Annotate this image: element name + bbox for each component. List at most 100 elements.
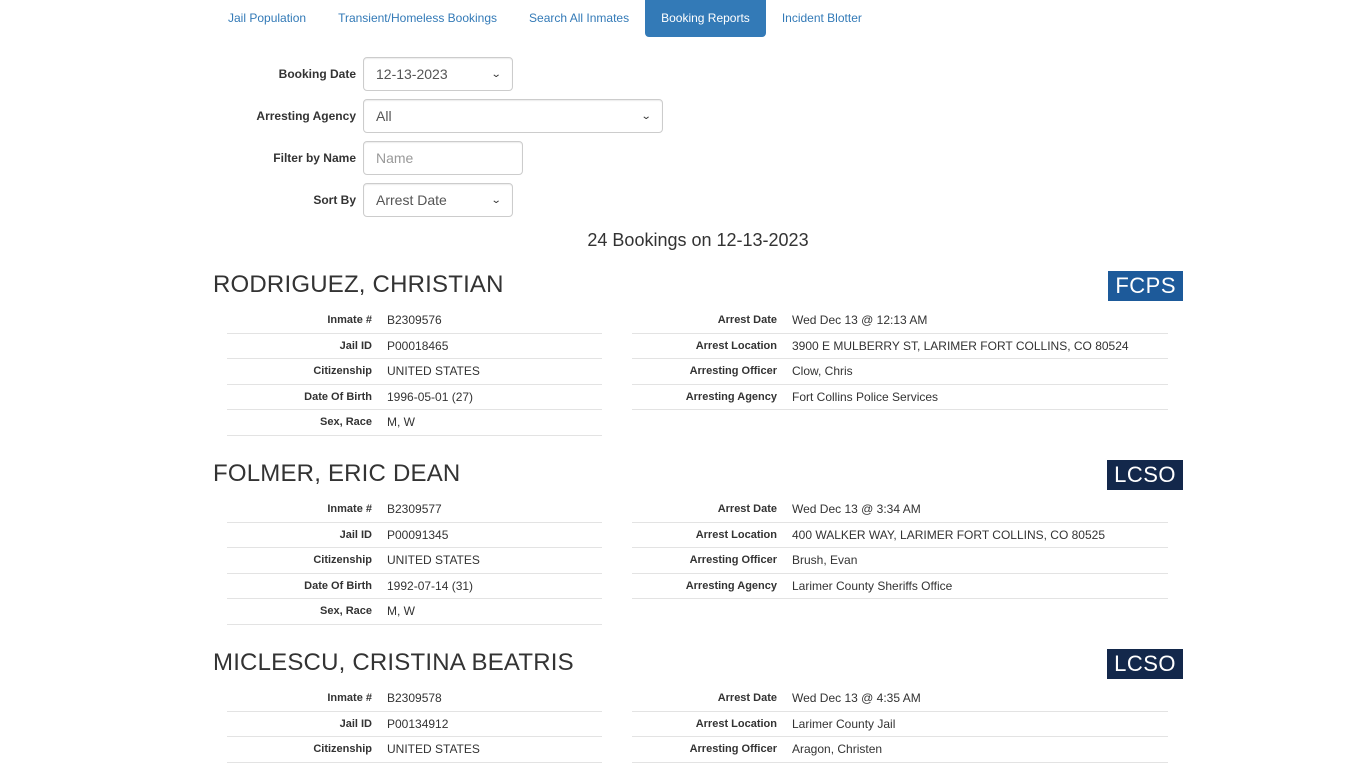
tab-incident-blotter[interactable]: Incident Blotter [766,0,878,37]
info-value: Brush, Evan [792,553,858,568]
booking-date-select[interactable]: 12-13-2023 ⌄ [363,57,513,91]
inmate-name: RODRIGUEZ, CHRISTIAN [213,271,504,298]
sort-by-label: Sort By [313,193,356,207]
tab-jail-population[interactable]: Jail Population [212,0,322,37]
info-row: Arresting Agency Fort Collins Police Serv… [632,385,1168,410]
sort-by-select[interactable]: Arrest Date ⌄ [363,183,513,217]
info-value: P00018465 [387,338,449,353]
info-row: Citizenship UNITED STATES [227,737,602,763]
info-row: Arresting Agency Larimer County Sheriffs … [632,574,1168,599]
info-row: Citizenship UNITED STATES [227,548,602,574]
info-key: Arresting Agency [685,390,777,403]
info-value: Larimer County Sheriffs Office [792,578,953,593]
filter-by-name-row: Filter by Name Name [212,141,812,175]
info-key: Inmate # [327,314,372,327]
info-value: UNITED STATES [387,364,480,379]
info-row: Date Of Birth 1992-07-14 (31) [227,574,602,599]
tab-search-all-inmates[interactable]: Search All Inmates [513,0,645,37]
info-value: 400 WALKER WAY, LARIMER FORT COLLINS, CO… [792,527,1106,542]
bookings-summary: 24 Bookings on 12-13-2023 [587,230,809,250]
arresting-agency-select[interactable]: All ⌄ [363,99,663,133]
filter-by-name-label: Filter by Name [273,151,356,165]
info-key: Inmate # [327,692,372,705]
info-row: Arresting Officer Clow, Chris [632,359,1168,385]
tab-booking-reports[interactable]: Booking Reports [645,0,766,37]
sort-by-row: Sort By Arrest Date ⌄ [212,183,812,217]
sort-by-value: Arrest Date [376,192,447,208]
info-value: UNITED STATES [387,742,480,757]
info-value: Fort Collins Police Services [792,389,939,404]
info-row: Jail ID P00134912 [227,712,602,737]
info-key: Arresting Agency [685,579,777,592]
agency-badge: FCPS [1108,271,1183,301]
info-row: Sex, Race M, W [227,599,602,625]
info-value: P00091345 [387,527,449,542]
inmate-info-table: Inmate # B2309577 Jail ID P00091345 Citize… [227,497,602,625]
name-filter-input[interactable]: Name [363,141,523,175]
info-row: Arrest Location Larimer County Jail [632,712,1168,737]
info-key: Jail ID [339,339,372,352]
inmate-name: MICLESCU, CRISTINA BEATRIS [213,649,574,676]
info-value: M, W [387,604,415,619]
info-row: Arrest Location 3900 E MULBERRY ST, LARIM… [632,334,1168,359]
info-key: Citizenship [313,365,372,378]
chevron-down-icon: ⌄ [640,110,652,122]
info-value: Wed Dec 13 @ 12:13 AM [792,313,928,328]
arrest-info-table: Arrest Date Wed Dec 13 @ 12:13 AM Arrest … [632,308,1168,410]
info-key: Citizenship [313,743,372,756]
info-row: Inmate # B2309578 [227,686,602,712]
info-row: Inmate # B2309576 [227,308,602,334]
info-key: Arresting Officer [689,554,777,567]
arresting-agency-row: Arresting Agency All ⌄ [212,99,812,133]
info-value: M, W [387,415,415,430]
info-value: 1996-05-01 (27) [387,389,474,404]
info-key: Jail ID [339,528,372,541]
arrest-info-table: Arrest Date Wed Dec 13 @ 3:34 AM Arrest L… [632,497,1168,599]
info-key: Arrest Location [695,339,777,352]
chevron-down-icon: ⌄ [490,68,502,80]
info-key: Inmate # [327,503,372,516]
info-value: Aragon, Christen [792,742,883,757]
agency-badge: LCSO [1107,649,1183,679]
info-value: Wed Dec 13 @ 3:34 AM [792,502,921,517]
arresting-agency-value: All [376,108,392,124]
info-value: B2309576 [387,313,442,328]
info-value: Larimer County Jail [792,716,896,731]
info-key: Arrest Location [695,717,777,730]
info-row: Inmate # B2309577 [227,497,602,523]
booking-date-row: Booking Date 12-13-2023 ⌄ [212,57,812,91]
info-key: Citizenship [313,554,372,567]
inmate-info-table: Inmate # B2309576 Jail ID P00018465 Citize… [227,308,602,436]
chevron-down-icon: ⌄ [490,194,502,206]
info-key: Date Of Birth [304,579,372,592]
info-row: Arresting Officer Brush, Evan [632,548,1168,574]
arresting-agency-label: Arresting Agency [256,109,356,123]
info-value: 1992-07-14 (31) [387,578,474,593]
inmate-name: FOLMER, ERIC DEAN [213,460,461,487]
info-value: B2309577 [387,502,442,517]
info-value: B2309578 [387,691,442,706]
inmate-info-table: Inmate # B2309578 Jail ID P00134912 Citize… [227,686,602,763]
info-row: Date Of Birth 1996-05-01 (27) [227,385,602,410]
info-value: 3900 E MULBERRY ST, LARIMER FORT COLLINS… [792,338,1129,353]
nav-tabs: Jail Population Transient/Homeless Booki… [212,0,878,37]
info-row: Sex, Race M, W [227,410,602,436]
info-row: Arrest Date Wed Dec 13 @ 4:35 AM [632,686,1168,712]
name-filter-placeholder: Name [376,150,414,166]
info-key: Arrest Location [695,528,777,541]
info-value: UNITED STATES [387,553,480,568]
info-key: Arresting Officer [689,365,777,378]
info-row: Citizenship UNITED STATES [227,359,602,385]
arrest-info-table: Arrest Date Wed Dec 13 @ 4:35 AM Arrest L… [632,686,1168,763]
info-key: Arrest Date [717,692,777,705]
agency-badge: LCSO [1107,460,1183,490]
info-row: Arresting Officer Aragon, Christen [632,737,1168,763]
info-key: Jail ID [339,717,372,730]
info-row: Arrest Date Wed Dec 13 @ 12:13 AM [632,308,1168,334]
info-key: Sex, Race [320,605,372,618]
info-key: Arrest Date [717,503,777,516]
booking-date-value: 12-13-2023 [376,66,448,82]
booking-date-label: Booking Date [278,67,356,81]
info-value: P00134912 [387,716,449,731]
tab-transient-homeless-bookings[interactable]: Transient/Homeless Bookings [322,0,513,37]
